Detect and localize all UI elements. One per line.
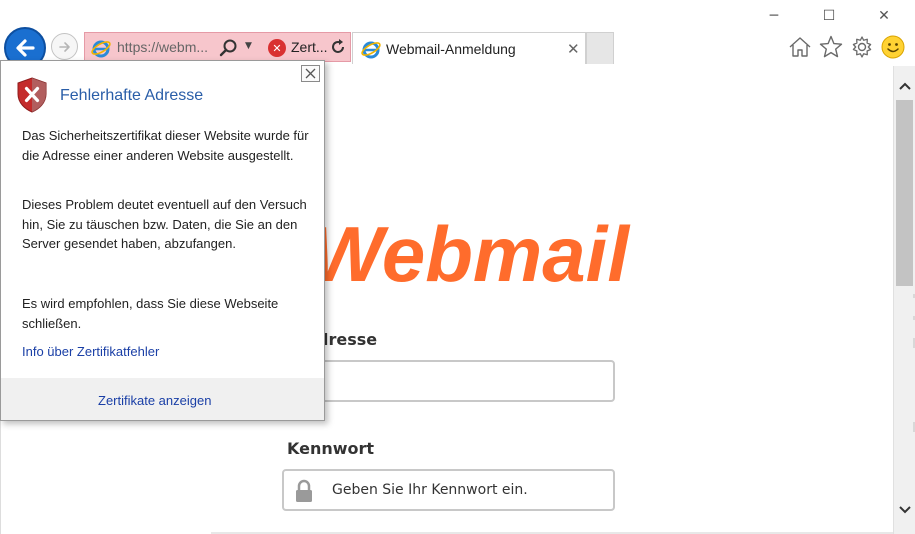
- back-arrow-icon: [16, 39, 35, 57]
- close-window-button[interactable]: ✕: [870, 4, 898, 28]
- favorites-star-icon[interactable]: [818, 34, 844, 60]
- email-input[interactable]: [282, 360, 615, 402]
- scroll-up-button[interactable]: [894, 74, 915, 98]
- chevron-down-icon[interactable]: ▼: [245, 41, 252, 51]
- certificate-error-label[interactable]: Zert...: [291, 39, 328, 55]
- popup-recommendation: Es wird empfohlen, dass Sie diese Websei…: [22, 296, 279, 331]
- certificate-error-icon[interactable]: ✕: [268, 39, 286, 57]
- forward-arrow-icon: [58, 41, 70, 52]
- minimize-icon: ─: [769, 8, 779, 24]
- chevron-up-icon: [899, 82, 911, 90]
- forward-button[interactable]: [51, 33, 78, 60]
- vertical-scrollbar[interactable]: [893, 66, 915, 534]
- close-icon: [305, 68, 316, 79]
- maximize-icon: ☐: [822, 8, 836, 24]
- settings-gear-icon[interactable]: [849, 34, 875, 60]
- popup-warning: Dieses Problem deutet eventuell auf den …: [22, 197, 307, 251]
- shield-error-icon: [17, 77, 47, 113]
- password-input[interactable]: Geben Sie Ihr Kennwort ein.: [282, 469, 615, 511]
- certificate-info-link[interactable]: Info über Zertifikatfehler: [22, 344, 159, 359]
- popup-title: Fehlerhafte Adresse: [60, 87, 204, 104]
- search-icon[interactable]: [217, 36, 241, 60]
- tab-close-icon[interactable]: ✕: [567, 40, 580, 58]
- tab-title: Webmail-Anmeldung: [386, 41, 516, 57]
- address-bar[interactable]: https://webm... ▼ ✕ Zert...: [84, 32, 351, 62]
- lock-icon: [296, 479, 312, 502]
- url-text[interactable]: https://webm...: [117, 39, 208, 55]
- close-icon: ✕: [878, 8, 890, 24]
- minimize-button[interactable]: ─: [760, 4, 788, 28]
- internet-explorer-icon: [91, 40, 111, 58]
- certificate-error-popup: Fehlerhafte Adresse Das Sicherheitszerti…: [0, 60, 325, 421]
- new-tab-button[interactable]: [586, 32, 614, 64]
- popup-close-button[interactable]: [301, 65, 320, 82]
- scroll-thumb[interactable]: [896, 100, 913, 286]
- internet-explorer-icon: [361, 41, 381, 59]
- browser-chrome: ─ ☐ ✕ https://webm... ▼ ✕ Zert... Webmai…: [0, 0, 915, 69]
- maximize-button[interactable]: ☐: [815, 4, 843, 28]
- tab-webmail-anmeldung[interactable]: Webmail-Anmeldung ✕: [352, 32, 586, 64]
- feedback-smiley-icon[interactable]: [880, 34, 906, 60]
- home-icon[interactable]: [787, 34, 813, 60]
- popup-message: Das Sicherheitszertifikat dieser Website…: [22, 128, 309, 163]
- popup-footer: Zertifikate anzeigen: [1, 378, 324, 420]
- view-certificates-button[interactable]: Zertifikate anzeigen: [98, 393, 211, 408]
- password-label: Kennwort: [287, 439, 375, 458]
- logo-text: Webmail: [310, 211, 631, 291]
- refresh-icon[interactable]: [328, 37, 348, 57]
- password-placeholder: Geben Sie Ihr Kennwort ein.: [332, 482, 528, 498]
- scroll-down-button[interactable]: [894, 498, 915, 522]
- chevron-down-icon: [899, 506, 911, 514]
